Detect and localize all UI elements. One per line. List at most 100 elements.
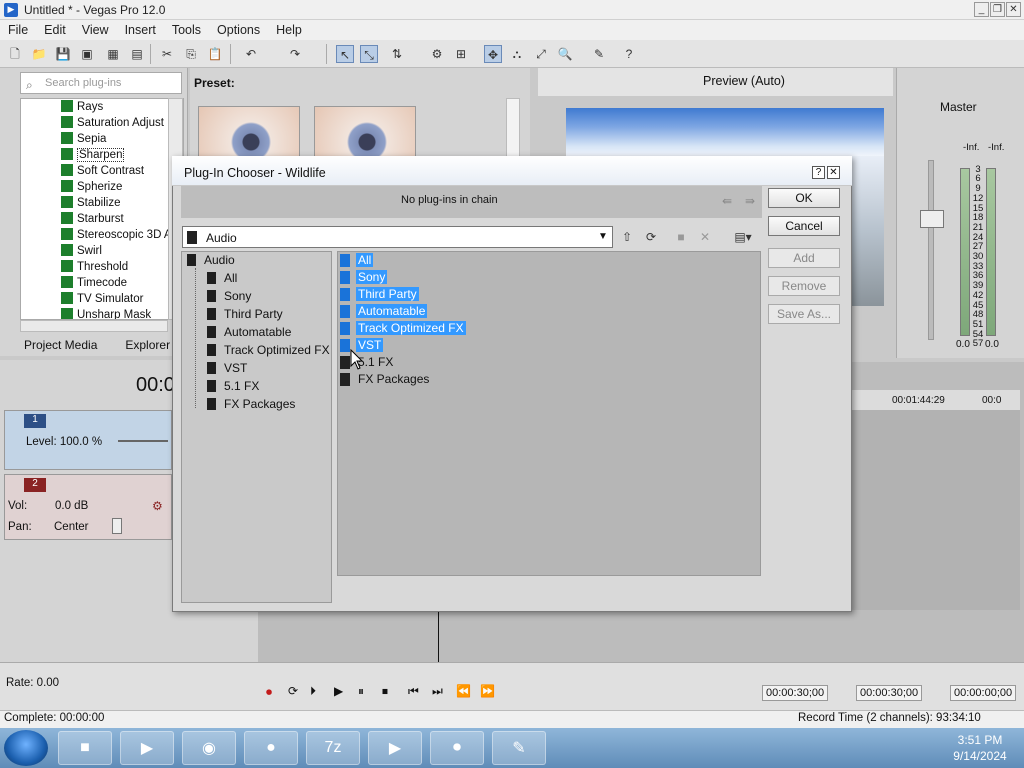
fx-item-swirl[interactable]: Swirl bbox=[61, 243, 102, 259]
tree-node-vst[interactable]: VST bbox=[207, 361, 247, 375]
plugin-folder-tree[interactable] bbox=[181, 251, 332, 603]
taskbar-app-globe-icon[interactable]: ◉ bbox=[182, 731, 236, 765]
close-button[interactable]: ✕ bbox=[1006, 2, 1021, 17]
tree-node-third-party[interactable]: Third Party bbox=[207, 307, 283, 321]
new-icon[interactable]: 🗋 bbox=[6, 45, 24, 63]
cut-icon[interactable]: ✂ bbox=[158, 45, 176, 63]
lock-envelopes-icon[interactable]: ⊞ bbox=[452, 45, 470, 63]
tree-node-sony[interactable]: Sony bbox=[207, 289, 251, 303]
play-icon[interactable]: ▶ bbox=[334, 684, 343, 698]
redo-icon[interactable]: ↷ bbox=[286, 45, 304, 63]
tree-node-5-1-fx[interactable]: 5.1 FX bbox=[207, 379, 259, 393]
help-pointer-icon[interactable]: ? bbox=[620, 45, 638, 63]
list-item-fx-packages[interactable]: FX Packages bbox=[340, 371, 431, 387]
view-options-icon[interactable]: ▤▾ bbox=[728, 228, 758, 246]
dialog-help-button[interactable]: ? bbox=[812, 166, 825, 179]
prev-frame-icon[interactable]: ⏪ bbox=[456, 684, 471, 698]
list-item-all[interactable]: All bbox=[340, 252, 374, 268]
menu-tools[interactable]: Tools bbox=[164, 23, 209, 37]
undo-icon[interactable]: ↶ bbox=[242, 45, 260, 63]
envelope-tool-icon[interactable]: ⤡ bbox=[360, 45, 378, 63]
play-from-start-icon[interactable]: ⏵ bbox=[310, 684, 316, 699]
magnify-icon[interactable]: 🔍 bbox=[556, 45, 574, 63]
save-icon[interactable]: 💾 bbox=[54, 45, 72, 63]
taskbar-app-explorer-icon[interactable]: ■ bbox=[58, 731, 112, 765]
preset-thumbnail[interactable] bbox=[314, 106, 416, 158]
save-as-button[interactable]: Save As... bbox=[768, 304, 840, 324]
preset-scrollbar[interactable] bbox=[506, 98, 520, 158]
list-item-third-party[interactable]: Third Party bbox=[340, 286, 419, 302]
save-as-icon[interactable]: ▣ bbox=[78, 45, 96, 63]
menu-help[interactable]: Help bbox=[268, 23, 310, 37]
record-icon[interactable]: ⏺ bbox=[266, 685, 272, 700]
selection-start-time[interactable]: 00:00:30;00 bbox=[762, 685, 829, 701]
fx-list-horizontal-scrollbar[interactable] bbox=[20, 320, 168, 332]
tree-node-audio[interactable]: Audio bbox=[187, 253, 235, 267]
cancel-button[interactable]: Cancel bbox=[768, 216, 840, 236]
menu-edit[interactable]: Edit bbox=[36, 23, 74, 37]
tab-project-media[interactable]: Project Media bbox=[10, 336, 111, 354]
minimize-button[interactable]: _ bbox=[974, 2, 989, 17]
master-fader[interactable] bbox=[920, 210, 944, 228]
fx-list[interactable]: Rays Saturation Adjust Sepia Sharpen Sof… bbox=[20, 98, 184, 320]
properties-icon[interactable]: ▤ bbox=[128, 45, 146, 63]
fx-item-starburst[interactable]: Starburst bbox=[61, 211, 124, 227]
taskbar-app-firefox-icon[interactable]: ● bbox=[244, 731, 298, 765]
tree-node-all[interactable]: All bbox=[207, 271, 237, 285]
fx-item-sepia[interactable]: Sepia bbox=[61, 131, 106, 147]
ignore-grouping-icon[interactable]: ✥ bbox=[484, 45, 502, 63]
list-item-sony[interactable]: Sony bbox=[340, 269, 388, 285]
refresh-icon[interactable]: ⟳ bbox=[642, 228, 660, 246]
taskbar-clock[interactable]: 3:51 PM 9/14/2024 bbox=[940, 732, 1020, 764]
preview-quality-dropdown[interactable]: Preview (Auto) bbox=[703, 74, 785, 88]
add-button[interactable]: Add bbox=[768, 248, 840, 268]
pause-icon[interactable]: ⏸ bbox=[358, 684, 364, 699]
selection-tool-icon[interactable]: ⛬ bbox=[508, 45, 526, 63]
list-item-track-optimized-fx[interactable]: Track Optimized FX bbox=[340, 320, 466, 336]
list-item-automatable[interactable]: Automatable bbox=[340, 303, 428, 319]
taskbar-app-media-icon[interactable]: ▶ bbox=[120, 731, 174, 765]
next-frame-icon[interactable]: ⏩ bbox=[480, 684, 495, 698]
up-folder-icon[interactable]: ⇧ bbox=[618, 228, 636, 246]
taskbar-app-7zip-icon[interactable]: 7z bbox=[306, 731, 360, 765]
selection-end-time[interactable]: 00:00:30;00 bbox=[856, 685, 923, 701]
taskbar-app-paint-icon[interactable]: ✎ bbox=[492, 731, 546, 765]
timeline-tracks[interactable] bbox=[850, 410, 1020, 610]
fx-item-threshold[interactable]: Threshold bbox=[61, 259, 128, 275]
menu-file[interactable]: File bbox=[0, 23, 36, 37]
restore-button[interactable]: ❐ bbox=[990, 2, 1005, 17]
tree-node-fx-packages[interactable]: FX Packages bbox=[207, 397, 295, 411]
plugin-category-dropdown[interactable] bbox=[182, 226, 613, 248]
pan-slider[interactable] bbox=[112, 518, 122, 534]
tree-node-automatable[interactable]: Automatable bbox=[207, 325, 291, 339]
remove-button[interactable]: Remove bbox=[768, 276, 840, 296]
preset-thumbnail[interactable] bbox=[198, 106, 300, 158]
zoom-tool-icon[interactable]: ⤢ bbox=[532, 45, 550, 63]
go-to-start-icon[interactable]: ⏮ bbox=[408, 684, 419, 699]
search-plugins-input[interactable]: ⌕ Search plug-ins bbox=[20, 72, 182, 94]
fx-item-saturation-adjust[interactable]: Saturation Adjust bbox=[61, 115, 164, 131]
track-fx-icon[interactable]: ⚙ bbox=[152, 499, 163, 513]
playhead[interactable] bbox=[438, 610, 439, 662]
fx-item-stereoscopic-3d[interactable]: Stereoscopic 3D A bbox=[61, 227, 172, 243]
fx-item-tv-simulator[interactable]: TV Simulator bbox=[61, 291, 143, 307]
start-button[interactable] bbox=[4, 730, 48, 766]
fx-item-unsharp-mask[interactable]: Unsharp Mask bbox=[61, 307, 151, 319]
fx-item-stabilize[interactable]: Stabilize bbox=[61, 195, 120, 211]
taskbar-app-recorder-icon[interactable]: ⏺ bbox=[430, 731, 484, 765]
fx-item-timecode[interactable]: Timecode bbox=[61, 275, 127, 291]
auto-ripple-icon[interactable]: ⚙ bbox=[428, 45, 446, 63]
dialog-close-button[interactable]: ✕ bbox=[827, 166, 840, 179]
menu-insert[interactable]: Insert bbox=[117, 23, 164, 37]
list-item-5-1-fx[interactable]: 5.1 FX bbox=[340, 354, 395, 370]
normal-edit-tool-icon[interactable]: ↖ bbox=[336, 45, 354, 63]
fx-item-spherize[interactable]: Spherize bbox=[61, 179, 122, 195]
ok-button[interactable]: OK bbox=[768, 188, 840, 208]
paste-icon[interactable]: 📋 bbox=[206, 45, 224, 63]
delete-icon[interactable]: ✕ bbox=[696, 228, 714, 246]
tree-node-track-optimized-fx[interactable]: Track Optimized FX bbox=[207, 343, 330, 357]
menu-view[interactable]: View bbox=[74, 23, 117, 37]
move-plugin-left-icon[interactable]: ⇚ bbox=[722, 194, 732, 208]
paint-icon[interactable]: ✎ bbox=[590, 45, 608, 63]
open-icon[interactable]: 📁 bbox=[30, 45, 48, 63]
